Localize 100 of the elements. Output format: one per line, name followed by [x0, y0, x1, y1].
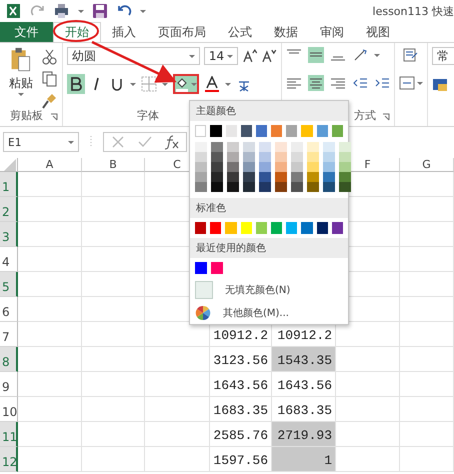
- ribbon-tab[interactable]: 插入: [101, 22, 147, 42]
- row-header[interactable]: 12: [0, 447, 18, 472]
- table-cell[interactable]: [400, 322, 454, 347]
- color-swatch[interactable]: [227, 142, 239, 152]
- table-cell[interactable]: [18, 447, 82, 472]
- font-size-field[interactable]: 14: [204, 47, 238, 65]
- table-cell[interactable]: [145, 347, 210, 372]
- caret-icon[interactable]: [78, 10, 84, 12]
- table-cell[interactable]: [82, 297, 145, 322]
- ribbon-tab[interactable]: 数据: [263, 22, 309, 42]
- color-swatch[interactable]: [323, 142, 335, 152]
- color-swatch[interactable]: [195, 152, 207, 162]
- table-cell[interactable]: [82, 222, 145, 247]
- number-format-field[interactable]: 常: [432, 47, 454, 65]
- color-swatch[interactable]: [227, 162, 239, 172]
- color-swatch[interactable]: [307, 152, 319, 162]
- color-swatch[interactable]: [227, 182, 239, 192]
- table-cell[interactable]: [82, 372, 145, 397]
- column-header[interactable]: B: [82, 158, 145, 172]
- table-cell[interactable]: [82, 397, 145, 422]
- color-swatch[interactable]: [307, 162, 319, 172]
- caret-icon[interactable]: [417, 82, 423, 84]
- color-swatch[interactable]: [243, 172, 255, 182]
- color-swatch[interactable]: [339, 182, 351, 192]
- table-cell[interactable]: [82, 447, 145, 472]
- color-swatch[interactable]: [211, 142, 223, 152]
- color-swatch[interactable]: [226, 125, 237, 137]
- paste-button[interactable]: 粘贴: [4, 47, 38, 105]
- color-swatch[interactable]: [275, 142, 287, 152]
- color-swatch[interactable]: [286, 222, 298, 234]
- scissors-icon[interactable]: [42, 49, 58, 65]
- table-cell[interactable]: [336, 447, 400, 472]
- color-swatch[interactable]: [275, 172, 287, 182]
- color-swatch[interactable]: [240, 222, 252, 234]
- color-swatch[interactable]: [339, 142, 351, 152]
- column-header[interactable]: A: [18, 158, 82, 172]
- color-swatch[interactable]: [339, 172, 351, 182]
- color-swatch[interactable]: [339, 152, 351, 162]
- color-swatch[interactable]: [323, 162, 335, 172]
- color-swatch[interactable]: [332, 125, 344, 137]
- table-cell[interactable]: [400, 372, 454, 397]
- row-header[interactable]: 4: [0, 247, 18, 272]
- color-swatch[interactable]: [271, 125, 282, 137]
- caret-icon[interactable]: [225, 82, 231, 86]
- fill-color-button[interactable]: [173, 74, 199, 94]
- row-header[interactable]: 7: [0, 322, 18, 347]
- color-swatch[interactable]: [301, 222, 313, 234]
- table-cell[interactable]: [400, 397, 454, 422]
- table-cell[interactable]: [82, 247, 145, 272]
- row-header[interactable]: 2: [0, 197, 18, 222]
- color-swatch[interactable]: [259, 172, 271, 182]
- align-middle-icon[interactable]: [308, 47, 324, 63]
- caret-icon[interactable]: [162, 82, 168, 86]
- file-menu-tab[interactable]: 文件: [0, 22, 53, 42]
- color-swatch[interactable]: [291, 142, 303, 152]
- table-cell[interactable]: [336, 397, 400, 422]
- color-swatch[interactable]: [243, 142, 255, 152]
- color-swatch[interactable]: [211, 152, 223, 162]
- table-cell[interactable]: [82, 172, 145, 197]
- printer-icon[interactable]: [54, 3, 70, 19]
- color-swatch[interactable]: [323, 152, 335, 162]
- color-swatch[interactable]: [259, 142, 271, 152]
- borders-icon[interactable]: [141, 76, 157, 92]
- row-header[interactable]: 11: [0, 422, 18, 447]
- format-painter-icon[interactable]: [42, 93, 58, 109]
- function-icon[interactable]: [164, 134, 180, 150]
- ribbon-tab[interactable]: 页面布局: [147, 22, 217, 42]
- table-cell[interactable]: [400, 172, 454, 197]
- column-header[interactable]: G: [400, 158, 454, 172]
- caret-icon[interactable]: [191, 82, 197, 86]
- table-cell[interactable]: [82, 422, 145, 447]
- align-center-icon[interactable]: [308, 75, 324, 91]
- caret-icon[interactable]: [188, 54, 195, 58]
- row-header[interactable]: 9: [0, 372, 18, 397]
- table-cell[interactable]: [82, 197, 145, 222]
- spreadsheet-logo-icon[interactable]: [6, 3, 22, 19]
- save-icon[interactable]: [92, 3, 108, 19]
- color-swatch[interactable]: [195, 222, 206, 234]
- table-cell[interactable]: [18, 322, 82, 347]
- merge-cells-icon[interactable]: [399, 75, 415, 91]
- dialog-launcher-icon[interactable]: [382, 113, 390, 121]
- grow-font-icon[interactable]: [242, 48, 258, 64]
- table-cell[interactable]: [400, 247, 454, 272]
- table-cell[interactable]: [82, 272, 145, 297]
- caret-icon[interactable]: [140, 10, 146, 12]
- table-cell[interactable]: [82, 322, 145, 347]
- color-swatch[interactable]: [210, 125, 222, 137]
- color-swatch[interactable]: [271, 222, 282, 234]
- color-swatch[interactable]: [316, 125, 328, 137]
- table-cell[interactable]: [18, 397, 82, 422]
- color-swatch[interactable]: [211, 182, 223, 192]
- caret-icon[interactable]: [18, 93, 24, 96]
- color-swatch[interactable]: [195, 262, 207, 274]
- caret-icon[interactable]: [130, 82, 136, 86]
- table-cell[interactable]: [400, 272, 454, 297]
- color-swatch[interactable]: [307, 182, 319, 192]
- table-cell[interactable]: [145, 372, 210, 397]
- table-cell[interactable]: [145, 397, 210, 422]
- color-swatch[interactable]: [211, 162, 223, 172]
- ribbon-tab[interactable]: 审阅: [309, 22, 355, 42]
